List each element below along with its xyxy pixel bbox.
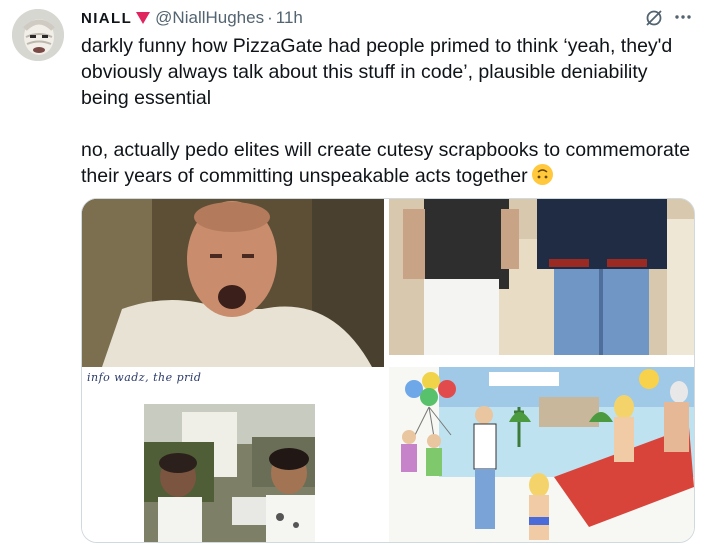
tweet-text: darkly funny how PizzaGate had people pr…: [81, 33, 696, 189]
tweet-paragraph-1: darkly funny how PizzaGate had people pr…: [81, 35, 673, 109]
display-name[interactable]: NIALL: [81, 10, 132, 27]
more-horizontal-icon[interactable]: [672, 6, 694, 28]
timestamp[interactable]: 11h: [276, 8, 303, 28]
avatar[interactable]: [12, 9, 64, 61]
two-men-standing-photo[interactable]: [389, 199, 694, 355]
scrapbook-drawing-beach[interactable]: [389, 367, 694, 542]
tweet-header: NIALL @NiallHughes · 11h: [81, 7, 303, 29]
tweet-paragraph-2-text: no, actually pedo elites will create cut…: [81, 139, 691, 187]
user-handle[interactable]: @NiallHughes: [155, 8, 264, 28]
tweet-paragraph-2: no, actually pedo elites will create cut…: [81, 137, 696, 189]
red-down-triangle-icon: [136, 12, 151, 24]
upside-down-face-emoji-icon: [531, 164, 553, 185]
separator-dot: ·: [267, 8, 273, 27]
scrapbook-page-two-men-photo[interactable]: info wadz, the prid: [82, 367, 386, 542]
media-grid: info wadz, the prid: [81, 198, 695, 543]
grok-icon[interactable]: [644, 8, 664, 28]
man-shouting-photo[interactable]: [82, 199, 384, 367]
